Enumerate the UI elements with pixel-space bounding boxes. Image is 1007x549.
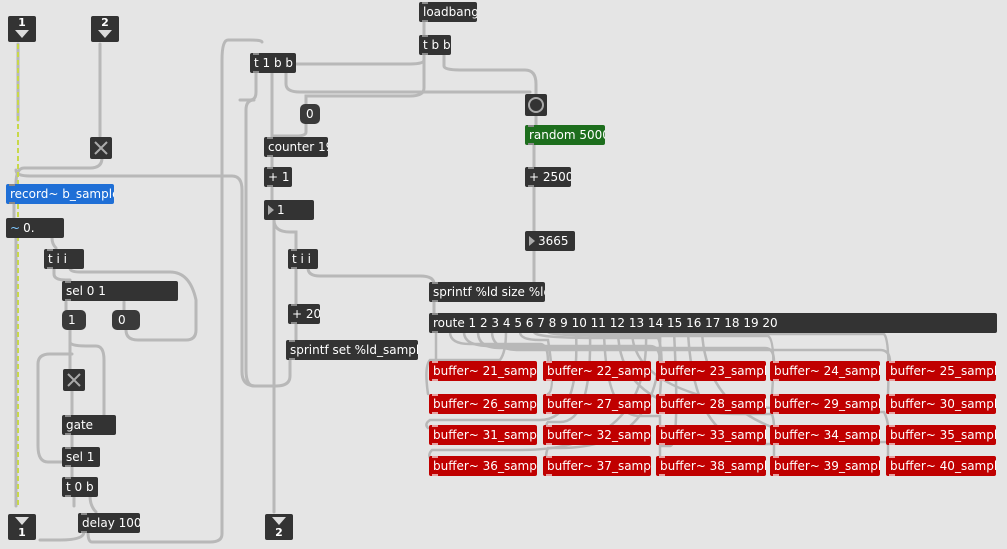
trigger-ii-mid-object[interactable]: t i i	[288, 249, 318, 269]
triangle-icon	[529, 236, 535, 246]
random-object[interactable]: random 5000	[525, 125, 605, 145]
toggle-x-icon	[94, 141, 108, 155]
record-toggle[interactable]	[90, 137, 112, 159]
inlet-2-label: 2	[101, 16, 109, 29]
bang-button[interactable]	[525, 94, 547, 116]
outlet-arrow-icon	[272, 517, 286, 525]
inlet-arrow-icon	[15, 30, 29, 38]
trigger-ii-left-object[interactable]: t i i	[44, 249, 84, 269]
counter-object[interactable]: counter 19	[264, 137, 328, 157]
inlet-1-label: 1	[18, 16, 26, 29]
buffer-object[interactable]: buffer~ 39_sample	[770, 456, 880, 476]
message-zero-2[interactable]: 0	[112, 310, 140, 330]
buffer-object[interactable]: buffer~ 38_sample	[656, 456, 766, 476]
bang-circle-icon	[528, 97, 544, 113]
buffer-object[interactable]: buffer~ 37_sample	[543, 456, 651, 476]
buffer-object[interactable]: buffer~ 29_sample	[770, 394, 880, 414]
outlet-2-label: 2	[275, 526, 283, 539]
signal-number-value: 0.	[23, 221, 35, 235]
gate-toggle[interactable]	[63, 369, 85, 391]
outlet-arrow-icon	[15, 517, 29, 525]
triangle-icon	[268, 205, 274, 215]
random-number-value: 3665	[538, 234, 569, 248]
route-object[interactable]: route 1 2 3 4 5 6 7 8 9 10 11 12 13 14 1…	[429, 313, 997, 333]
counter-number-box[interactable]: 1	[264, 200, 314, 220]
buffer-object[interactable]: buffer~ 32_sample	[543, 425, 651, 445]
buffer-object[interactable]: buffer~ 40_sample	[886, 456, 996, 476]
outlet-2[interactable]: 2	[265, 514, 293, 540]
buffer-object[interactable]: buffer~ 21_sample	[429, 361, 537, 381]
trigger-bb-object[interactable]: t b b	[419, 35, 451, 55]
buffer-object[interactable]: buffer~ 22_sample	[543, 361, 651, 381]
buffer-object[interactable]: buffer~ 24_sample	[770, 361, 880, 381]
message-one[interactable]: 1	[62, 310, 86, 330]
signal-number-box[interactable]: ~0.	[6, 218, 64, 238]
counter-number-value: 1	[277, 203, 285, 217]
outlet-1-label: 1	[18, 526, 26, 539]
inlet-arrow-icon	[98, 30, 112, 38]
sprintf-size-object[interactable]: sprintf %ld size %ld	[429, 282, 545, 302]
buffer-object[interactable]: buffer~ 23_sample	[656, 361, 766, 381]
buffer-object[interactable]: buffer~ 27_sample	[543, 394, 651, 414]
select-01-object[interactable]: sel 0 1	[62, 281, 178, 301]
outlet-1[interactable]: 1	[8, 514, 36, 540]
random-number-box[interactable]: 3665	[525, 231, 575, 251]
buffer-object[interactable]: buffer~ 35_sample	[886, 425, 996, 445]
plus-one-object[interactable]: + 1	[264, 167, 292, 187]
record-object[interactable]: record~ b_sample	[6, 184, 114, 204]
inlet-1[interactable]: 1	[8, 16, 36, 42]
buffer-object[interactable]: buffer~ 36_sample	[429, 456, 537, 476]
gate-object[interactable]: gate	[62, 415, 116, 435]
buffer-object[interactable]: buffer~ 28_sample	[656, 394, 766, 414]
plus-2500-object[interactable]: + 2500	[525, 167, 571, 187]
toggle-x-icon	[67, 373, 81, 387]
buffer-object[interactable]: buffer~ 31_sample	[429, 425, 537, 445]
loadbang-object[interactable]: loadbang	[419, 2, 477, 22]
plus-20-object[interactable]: + 20	[288, 304, 320, 324]
trigger-0b-object[interactable]: t 0 b	[62, 477, 98, 497]
trigger-1bb-object[interactable]: t 1 b b	[250, 53, 296, 73]
buffer-object[interactable]: buffer~ 30_sample	[886, 394, 996, 414]
select-1-object[interactable]: sel 1	[62, 447, 100, 467]
inlet-2[interactable]: 2	[91, 16, 119, 42]
buffer-object[interactable]: buffer~ 34_sample	[770, 425, 880, 445]
delay-object[interactable]: delay 100	[78, 513, 140, 533]
message-zero[interactable]: 0	[300, 104, 320, 124]
buffer-object[interactable]: buffer~ 26_sample	[429, 394, 537, 414]
sprintf-set-object[interactable]: sprintf set %ld_sample	[286, 340, 418, 360]
buffer-object[interactable]: buffer~ 33_sample	[656, 425, 766, 445]
signal-wave-icon: ~	[10, 221, 21, 235]
buffer-object[interactable]: buffer~ 25_sample	[886, 361, 996, 381]
